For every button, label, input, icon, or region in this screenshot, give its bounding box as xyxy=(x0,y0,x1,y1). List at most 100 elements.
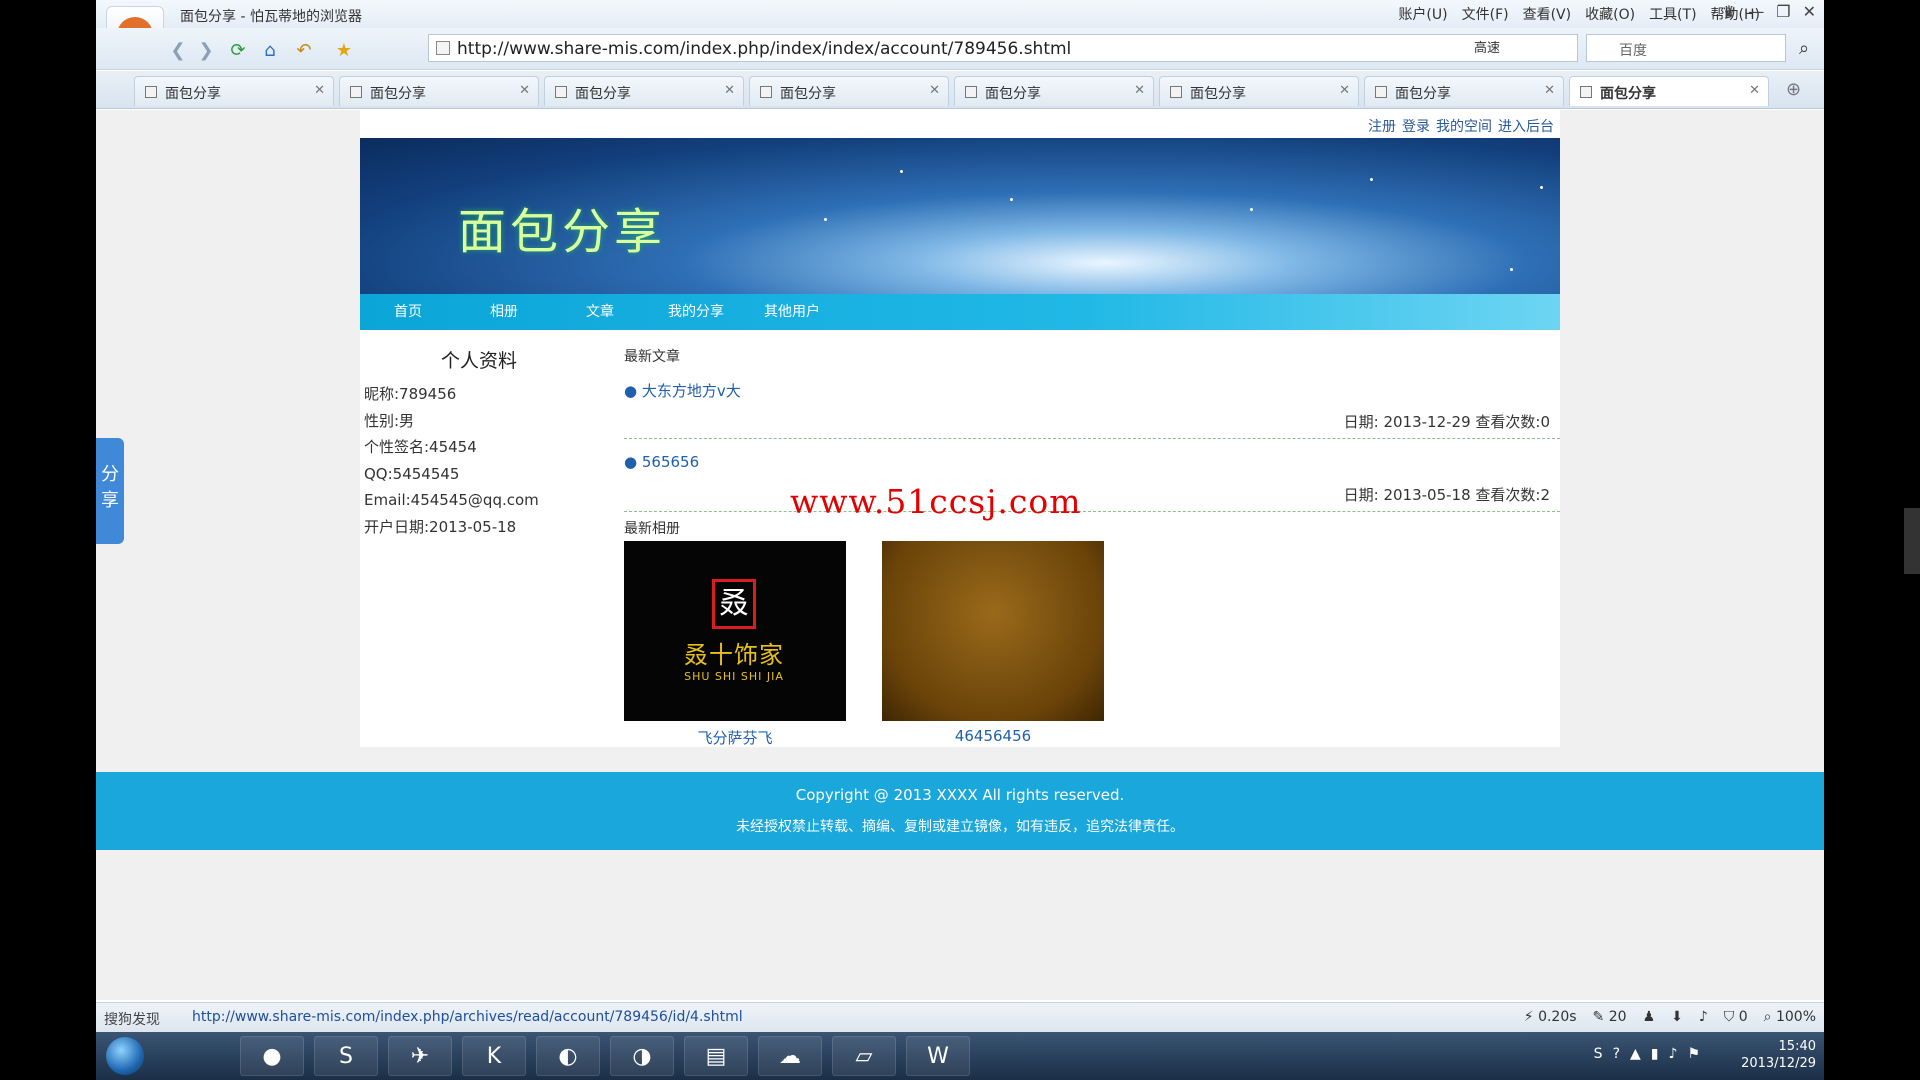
tab-favicon-icon xyxy=(555,86,567,98)
album-photo[interactable]: 叒 叒十饰家 SHU SHI SHI JIA xyxy=(624,541,846,721)
search-icon[interactable]: ⌕ xyxy=(1790,34,1818,62)
refresh-icon[interactable]: ⟳ xyxy=(222,34,254,66)
tab-label: 面包分享 xyxy=(985,86,1041,102)
nav-my-share[interactable]: 我的分享 xyxy=(648,294,744,330)
tab-2[interactable]: 面包分享 ✕ xyxy=(339,76,539,106)
tab-6[interactable]: 面包分享 ✕ xyxy=(1159,76,1359,106)
my-space-link[interactable]: 我的空间 xyxy=(1436,116,1492,136)
watermark-text: www.51ccsj.com xyxy=(790,482,1082,521)
app-explorer-icon[interactable]: ▤ xyxy=(684,1036,748,1076)
tab-5[interactable]: 面包分享 ✕ xyxy=(954,76,1154,106)
site-container: 注册 登录 我的空间 进入后台 面包分享 首页 相册 文章 我的分享 其他用户 … xyxy=(360,110,1560,747)
menu-view[interactable]: 查看(V) xyxy=(1523,4,1572,24)
tab-3[interactable]: 面包分享 ✕ xyxy=(544,76,744,106)
profile-gender: 性别:男 xyxy=(364,411,415,430)
forward-icon[interactable]: ❯ xyxy=(190,34,222,66)
profile-title: 个人资料 xyxy=(440,350,517,372)
user-icon[interactable]: ♟ xyxy=(1643,1009,1656,1025)
star xyxy=(1510,268,1513,271)
article-link[interactable]: ● 大东方地方v大 xyxy=(624,380,741,401)
nav-home[interactable]: 首页 xyxy=(360,294,456,330)
app-360-icon[interactable]: ● xyxy=(240,1036,304,1076)
discover-label[interactable]: 搜狗发现 xyxy=(104,1009,160,1029)
volume-icon[interactable]: ♪ xyxy=(1669,1046,1678,1062)
sign-name: 叒十饰家 xyxy=(684,641,784,669)
download-icon[interactable]: ⬇ xyxy=(1671,1009,1683,1025)
help-icon[interactable]: ? xyxy=(1613,1046,1620,1062)
favorite-star-icon[interactable]: ★ xyxy=(328,34,360,66)
site-logo[interactable]: 面包分享 xyxy=(458,192,666,262)
app-notes-icon[interactable]: ▱ xyxy=(832,1036,896,1076)
app-player-icon[interactable]: ◐ xyxy=(536,1036,600,1076)
close-icon[interactable]: ✕ xyxy=(1803,2,1816,21)
menu-favorites[interactable]: 收藏(O) xyxy=(1585,4,1635,24)
register-link[interactable]: 注册 xyxy=(1368,116,1396,136)
share-side-tab[interactable]: 分享 xyxy=(96,438,124,544)
tab-close-icon[interactable]: ✕ xyxy=(519,83,530,98)
new-tab-icon[interactable]: ⊕ xyxy=(1786,79,1801,100)
status-bar: 搜狗发现 http://www.share-mis.com/index.php/… xyxy=(96,1002,1824,1032)
skin-icon[interactable]: ♛ xyxy=(1722,2,1736,21)
tab-1[interactable]: 面包分享 ✕ xyxy=(134,76,334,106)
app-bird-icon[interactable]: ✈ xyxy=(388,1036,452,1076)
speed-mode-button[interactable]: 高速 xyxy=(1474,37,1500,56)
admin-link[interactable]: 进入后台 xyxy=(1498,116,1554,136)
clock-date: 2013/12/29 xyxy=(1741,1056,1816,1071)
minimize-icon[interactable]: — xyxy=(1748,2,1764,21)
tab-4[interactable]: 面包分享 ✕ xyxy=(749,76,949,106)
article-title[interactable]: 565656 xyxy=(642,453,699,471)
tab-close-icon[interactable]: ✕ xyxy=(929,83,940,98)
window-title: 面包分享 - 怕瓦蒂地的浏览器 xyxy=(180,9,362,25)
app-k-icon[interactable]: K xyxy=(462,1036,526,1076)
home-icon[interactable]: ⌂ xyxy=(254,34,286,66)
side-panel-handle[interactable] xyxy=(1904,508,1920,574)
article-meta: 日期: 2013-12-29 查看次数:0 xyxy=(1343,413,1550,431)
shop-sign-logo: 叒 叒十饰家 SHU SHI SHI JIA xyxy=(684,579,784,683)
address-bar[interactable]: http://www.share-mis.com/index.php/index… xyxy=(428,34,1578,62)
network-icon[interactable]: ▮ xyxy=(1651,1046,1659,1062)
tab-close-icon[interactable]: ✕ xyxy=(1544,83,1555,98)
nav-articles[interactable]: 文章 xyxy=(552,294,648,330)
app-word-icon[interactable]: W xyxy=(906,1036,970,1076)
photo-caption[interactable]: 46456456 xyxy=(882,727,1104,745)
tray-expand-icon[interactable]: ▲ xyxy=(1630,1046,1641,1062)
system-tray: S ? ▲ ▮ ♪ ⚑ xyxy=(1594,1046,1700,1062)
menu-tools[interactable]: 工具(T) xyxy=(1649,4,1696,24)
load-time: ⚡ 0.20s xyxy=(1523,1009,1577,1025)
tab-favicon-icon xyxy=(145,86,157,98)
flag-icon[interactable]: ⚑ xyxy=(1687,1046,1700,1062)
undo-icon[interactable]: ↶ xyxy=(288,34,320,66)
tab-close-icon[interactable]: ✕ xyxy=(1134,83,1145,98)
app-browser-icon[interactable]: ◑ xyxy=(610,1036,674,1076)
login-link[interactable]: 登录 xyxy=(1402,116,1430,136)
article-link[interactable]: ● 565656 xyxy=(624,453,699,471)
clock[interactable]: 15:40 2013/12/29 xyxy=(1741,1038,1816,1072)
search-input[interactable]: 百度 xyxy=(1586,34,1786,62)
app-sogou-icon[interactable]: S xyxy=(314,1036,378,1076)
tab-close-icon[interactable]: ✕ xyxy=(314,83,325,98)
tab-close-icon[interactable]: ✕ xyxy=(1339,83,1350,98)
sound-icon[interactable]: ♪ xyxy=(1699,1009,1708,1025)
tab-close-icon[interactable]: ✕ xyxy=(724,83,735,98)
app-cloud-icon[interactable]: ☁ xyxy=(758,1036,822,1076)
restore-icon[interactable]: ❐ xyxy=(1776,2,1790,21)
profile-signature: 个性签名:45454 xyxy=(364,438,477,456)
menu-account[interactable]: 账户(U) xyxy=(1398,4,1447,24)
tab-7[interactable]: 面包分享 ✕ xyxy=(1364,76,1564,106)
nav-album[interactable]: 相册 xyxy=(456,294,552,330)
tab-close-icon[interactable]: ✕ xyxy=(1749,83,1760,98)
article-title[interactable]: 大东方地方v大 xyxy=(642,382,741,400)
album-photo[interactable] xyxy=(882,541,1104,721)
zoom-level[interactable]: ⌕ 100% xyxy=(1764,1009,1816,1025)
profile-panel: 个人资料 昵称:789456 性别:男 个性签名:45454 QQ:545454… xyxy=(364,346,594,540)
start-button-icon[interactable] xyxy=(106,1037,144,1075)
ime-icon[interactable]: S xyxy=(1594,1046,1603,1062)
blocked-count[interactable]: ⛉ 0 xyxy=(1724,1009,1748,1025)
address-url[interactable]: http://www.share-mis.com/index.php/index… xyxy=(457,39,1071,59)
nav-other-users[interactable]: 其他用户 xyxy=(744,294,840,330)
tab-label: 面包分享 xyxy=(370,86,426,102)
tab-8-active[interactable]: 面包分享 ✕ xyxy=(1569,76,1769,106)
photo-caption[interactable]: 飞分萨芬飞 xyxy=(624,727,846,748)
menu-file[interactable]: 文件(F) xyxy=(1462,4,1509,24)
page-viewport: 分享 注册 登录 我的空间 进入后台 面包分享 首页 相册 文章 我的分享 其他… xyxy=(96,110,1824,1000)
